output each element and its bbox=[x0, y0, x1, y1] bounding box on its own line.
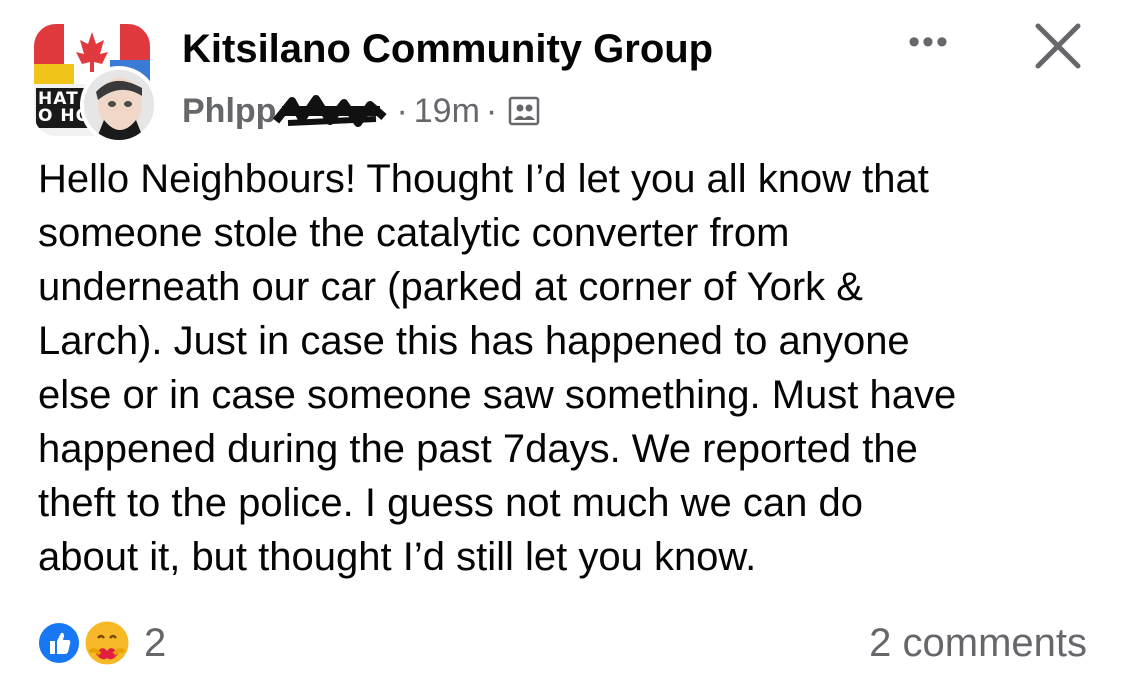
reaction-count[interactable]: 2 bbox=[144, 618, 166, 668]
group-name[interactable]: Kitsilano Community Group bbox=[182, 26, 713, 72]
post-body-line: about it, but thought I’d still let you … bbox=[38, 535, 757, 579]
meta-separator: · bbox=[396, 91, 408, 130]
like-icon[interactable] bbox=[36, 620, 82, 666]
comments-link[interactable]: 2 comments bbox=[869, 618, 1087, 668]
members-icon bbox=[508, 96, 540, 126]
author-name[interactable]: Phlpp bbox=[182, 92, 276, 131]
redaction-scribble bbox=[273, 95, 388, 127]
post-header: HAT O HO Kitsilano Community Group Phlpp… bbox=[0, 0, 1125, 150]
post-body-line: underneath our car (parked at corner of … bbox=[38, 265, 863, 309]
close-icon[interactable] bbox=[1030, 18, 1086, 74]
post-body: Hello Neighbours! Thought I’d let you al… bbox=[38, 152, 1098, 584]
post-body-line: Hello Neighbours! Thought I’d let you al… bbox=[38, 157, 929, 201]
meta-separator-2: · bbox=[485, 91, 498, 130]
care-icon[interactable] bbox=[82, 618, 132, 668]
more-options-button[interactable]: ••• bbox=[896, 22, 962, 62]
post-body-line: happened during the past 7days. We repor… bbox=[38, 427, 918, 471]
post-body-line: someone stole the catalytic converter fr… bbox=[38, 211, 790, 255]
post-body-line: Larch). Just in case this has happened t… bbox=[38, 319, 910, 363]
avatar-image bbox=[84, 70, 154, 140]
post-footer: 2 2 comments bbox=[0, 612, 1125, 674]
post-body-line: else or in case someone saw something. M… bbox=[38, 373, 957, 417]
post-time[interactable]: 19m bbox=[414, 92, 480, 131]
post-body-line: theft to the police. I guess not much we… bbox=[38, 481, 863, 525]
avatar[interactable] bbox=[80, 66, 158, 144]
post-meta: Phlpp · 19m · bbox=[182, 88, 541, 134]
